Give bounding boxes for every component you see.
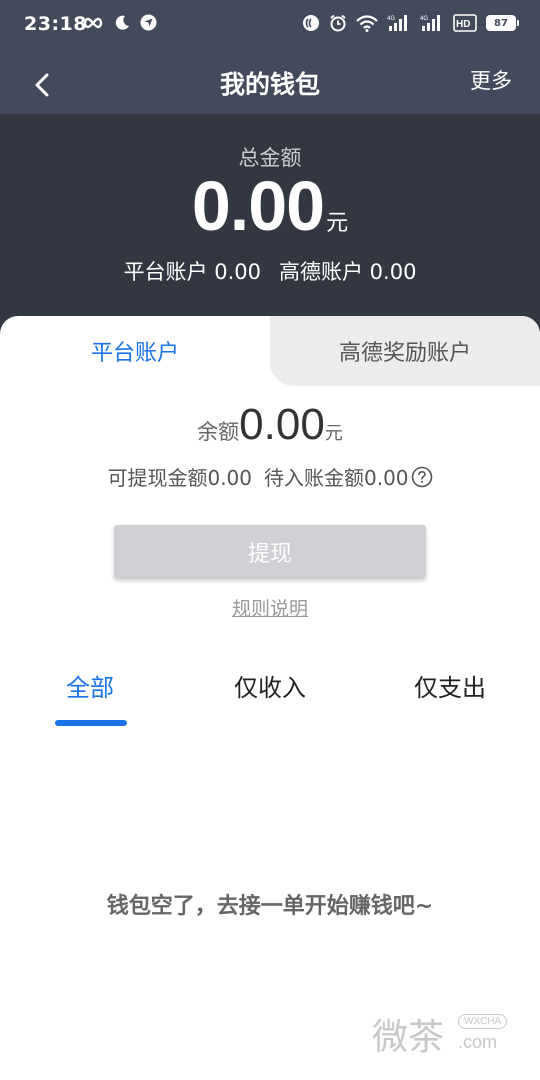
status-left-icons — [82, 14, 157, 31]
status-right-icons: 4G 4G HD 87 — [302, 14, 519, 32]
active-tab-indicator — [55, 720, 127, 726]
account-breakdown: 平台账户 0.00 高德账户 0.00 — [0, 256, 540, 286]
tab-platform-account[interactable]: 平台账户 — [0, 316, 270, 386]
watermark-com: .com — [458, 1032, 498, 1052]
nav-bar: 我的钱包 更多 — [0, 56, 540, 114]
alarm-icon — [330, 14, 346, 32]
infinity-icon — [83, 17, 103, 28]
wallet-summary: 总金额 0.00元 平台账户 0.00 高德账户 0.00 — [0, 114, 540, 334]
moon-icon — [115, 15, 129, 30]
total-amount-value: 0.00 — [191, 167, 325, 245]
signal-4g-icon: 4G — [387, 15, 407, 31]
withdraw-info: 可提现金额0.00 待入账金额0.00 — [0, 462, 540, 491]
rules-link[interactable]: 规则说明 — [0, 594, 540, 621]
svg-text:HD: HD — [456, 19, 470, 30]
navigation-app-icon — [140, 14, 157, 31]
status-time: 23:18 — [24, 13, 87, 35]
wallet-screen: 23:18 4G 4G HD 87 我的钱包 更多 总金额 0.00元 平台账户… — [0, 0, 540, 1080]
platform-account-total: 平台账户 0.00 — [123, 260, 261, 284]
withdrawable-amount: 可提现金额0.00 — [107, 466, 252, 490]
total-amount-row: 0.00元 — [0, 166, 540, 246]
gaode-account-total: 高德账户 0.00 — [279, 260, 417, 284]
filter-tab-expense-only[interactable]: 仅支出 — [360, 668, 540, 703]
page-title: 我的钱包 — [219, 70, 320, 99]
hd-icon: HD — [453, 14, 477, 32]
svg-text:4G: 4G — [387, 16, 395, 22]
total-amount-unit: 元 — [326, 211, 349, 236]
question-circle-icon[interactable] — [411, 466, 433, 488]
withdraw-button[interactable]: 提现 — [114, 525, 426, 579]
empty-state-message: 钱包空了，去接一单开始赚钱吧~ — [106, 894, 434, 919]
more-button[interactable]: 更多 — [470, 65, 512, 95]
filter-tab-income-only[interactable]: 仅收入 — [180, 668, 360, 703]
pending-amount: 待入账金额0.00 — [264, 466, 409, 490]
battery-level: 87 — [494, 17, 508, 29]
tab-gaode-reward-account[interactable]: 高德奖励账户 — [270, 316, 540, 386]
watermark-cn: 微茶 — [372, 1017, 445, 1058]
transaction-filter-tabs: 全部 仅收入 仅支出 — [0, 668, 540, 728]
watermark-pill: WXCHA — [458, 1014, 508, 1029]
signal-4g-icon-2: 4G — [420, 15, 440, 31]
status-bar: 23:18 4G 4G HD 87 — [0, 0, 540, 56]
watermark-logo: 微茶 WXCHA .com — [372, 1008, 522, 1062]
wifi-icon — [356, 14, 378, 32]
balance-unit: 元 — [324, 423, 343, 444]
account-card: 平台账户 高德奖励账户 余额0.00元 可提现金额0.00 待入账金额0.00 提… — [0, 316, 540, 1080]
svg-text:4G: 4G — [420, 16, 428, 22]
balance-value: 0.00 — [239, 400, 325, 449]
battery-icon: 87 — [486, 15, 519, 31]
nfc-icon — [303, 15, 319, 31]
filter-tab-all[interactable]: 全部 — [0, 668, 180, 703]
balance-label: 余额 — [197, 420, 240, 444]
balance-row: 余额0.00元 — [0, 400, 540, 450]
